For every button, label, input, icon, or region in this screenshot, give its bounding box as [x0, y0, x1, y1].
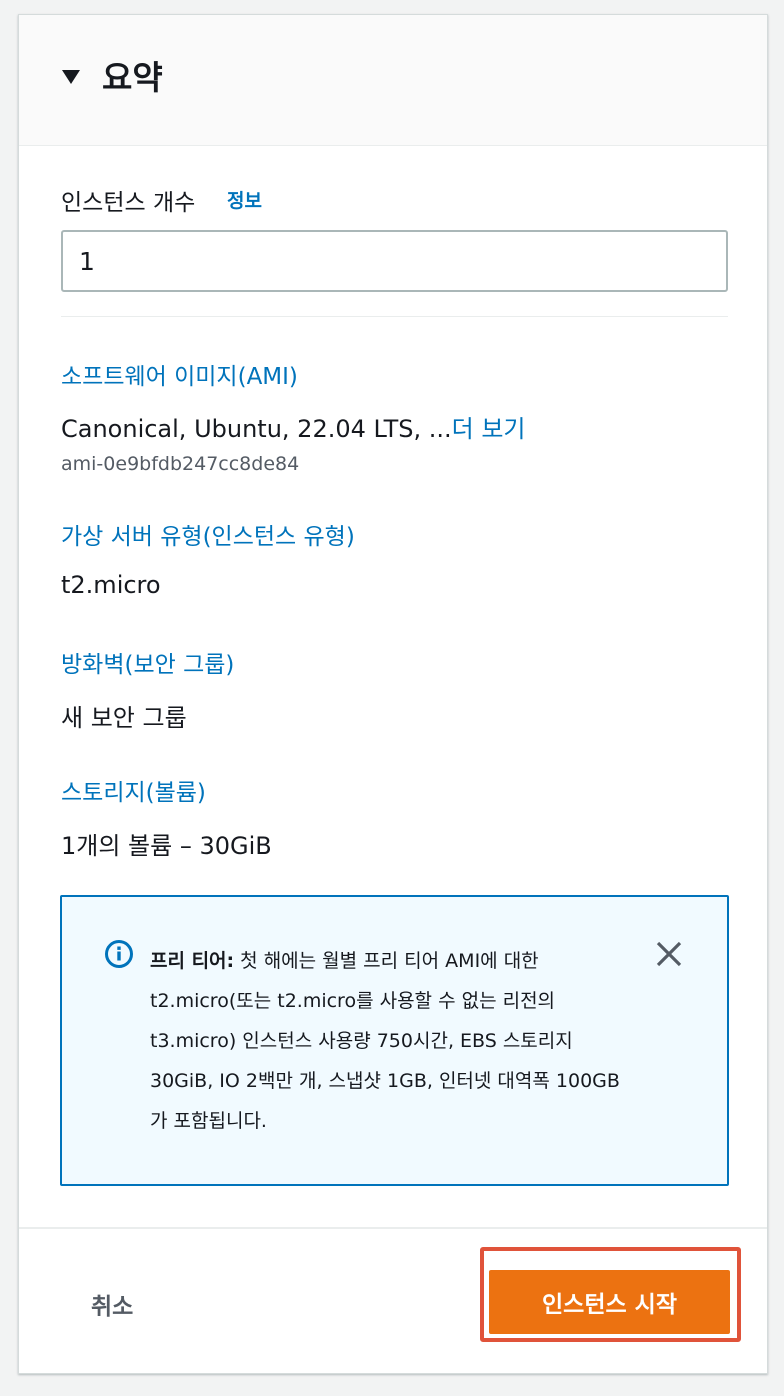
- storage-value: 1개의 볼륨 – 30GiB: [61, 832, 272, 860]
- close-icon[interactable]: [654, 939, 684, 969]
- summary-panel: 요약 인스턴스 개수 정보 소프트웨어 이미지(AMI) Canonical, …: [18, 14, 768, 1374]
- storage-link[interactable]: 스토리지(볼륨): [61, 773, 206, 807]
- panel-title: 요약: [102, 58, 163, 97]
- alert-title: 프리 티어:: [150, 950, 235, 972]
- ami-value: Canonical, Ubuntu, 22.04 LTS, ...더 보기: [61, 409, 525, 444]
- instance-count-input[interactable]: [61, 230, 728, 292]
- launch-instance-button[interactable]: 인스턴스 시작: [489, 1270, 730, 1334]
- instance-count-label: 인스턴스 개수: [61, 190, 196, 216]
- firewall-link[interactable]: 방화벽(보안 그룹): [61, 645, 234, 679]
- divider: [61, 316, 728, 317]
- summary-header[interactable]: 요약: [19, 15, 767, 146]
- caret-down-icon[interactable]: [61, 69, 81, 85]
- footer-divider: [19, 1227, 767, 1229]
- info-circle-icon: [105, 940, 133, 968]
- ami-name: Canonical, Ubuntu, 22.04 LTS, ...: [61, 415, 452, 443]
- instance-type-value: t2.micro: [61, 571, 161, 599]
- info-link[interactable]: 정보: [227, 186, 262, 213]
- alert-body: 첫 해에는 월별 프리 티어 AMI에 대한 t2.micro(또는 t2.mi…: [150, 950, 620, 1132]
- firewall-value: 새 보안 그룹: [61, 704, 187, 732]
- instance-type-link[interactable]: 가상 서버 유형(인스턴스 유형): [61, 517, 355, 551]
- ami-id: ami-0e9bfdb247cc8de84: [61, 453, 300, 475]
- ami-link[interactable]: 소프트웨어 이미지(AMI): [61, 357, 298, 391]
- alert-text: 프리 티어: 첫 해에는 월별 프리 티어 AMI에 대한 t2.micro(또…: [150, 941, 620, 1141]
- free-tier-alert: 프리 티어: 첫 해에는 월별 프리 티어 AMI에 대한 t2.micro(또…: [60, 895, 729, 1186]
- ami-more-link[interactable]: 더 보기: [452, 415, 526, 443]
- cancel-button[interactable]: 취소: [91, 1279, 181, 1329]
